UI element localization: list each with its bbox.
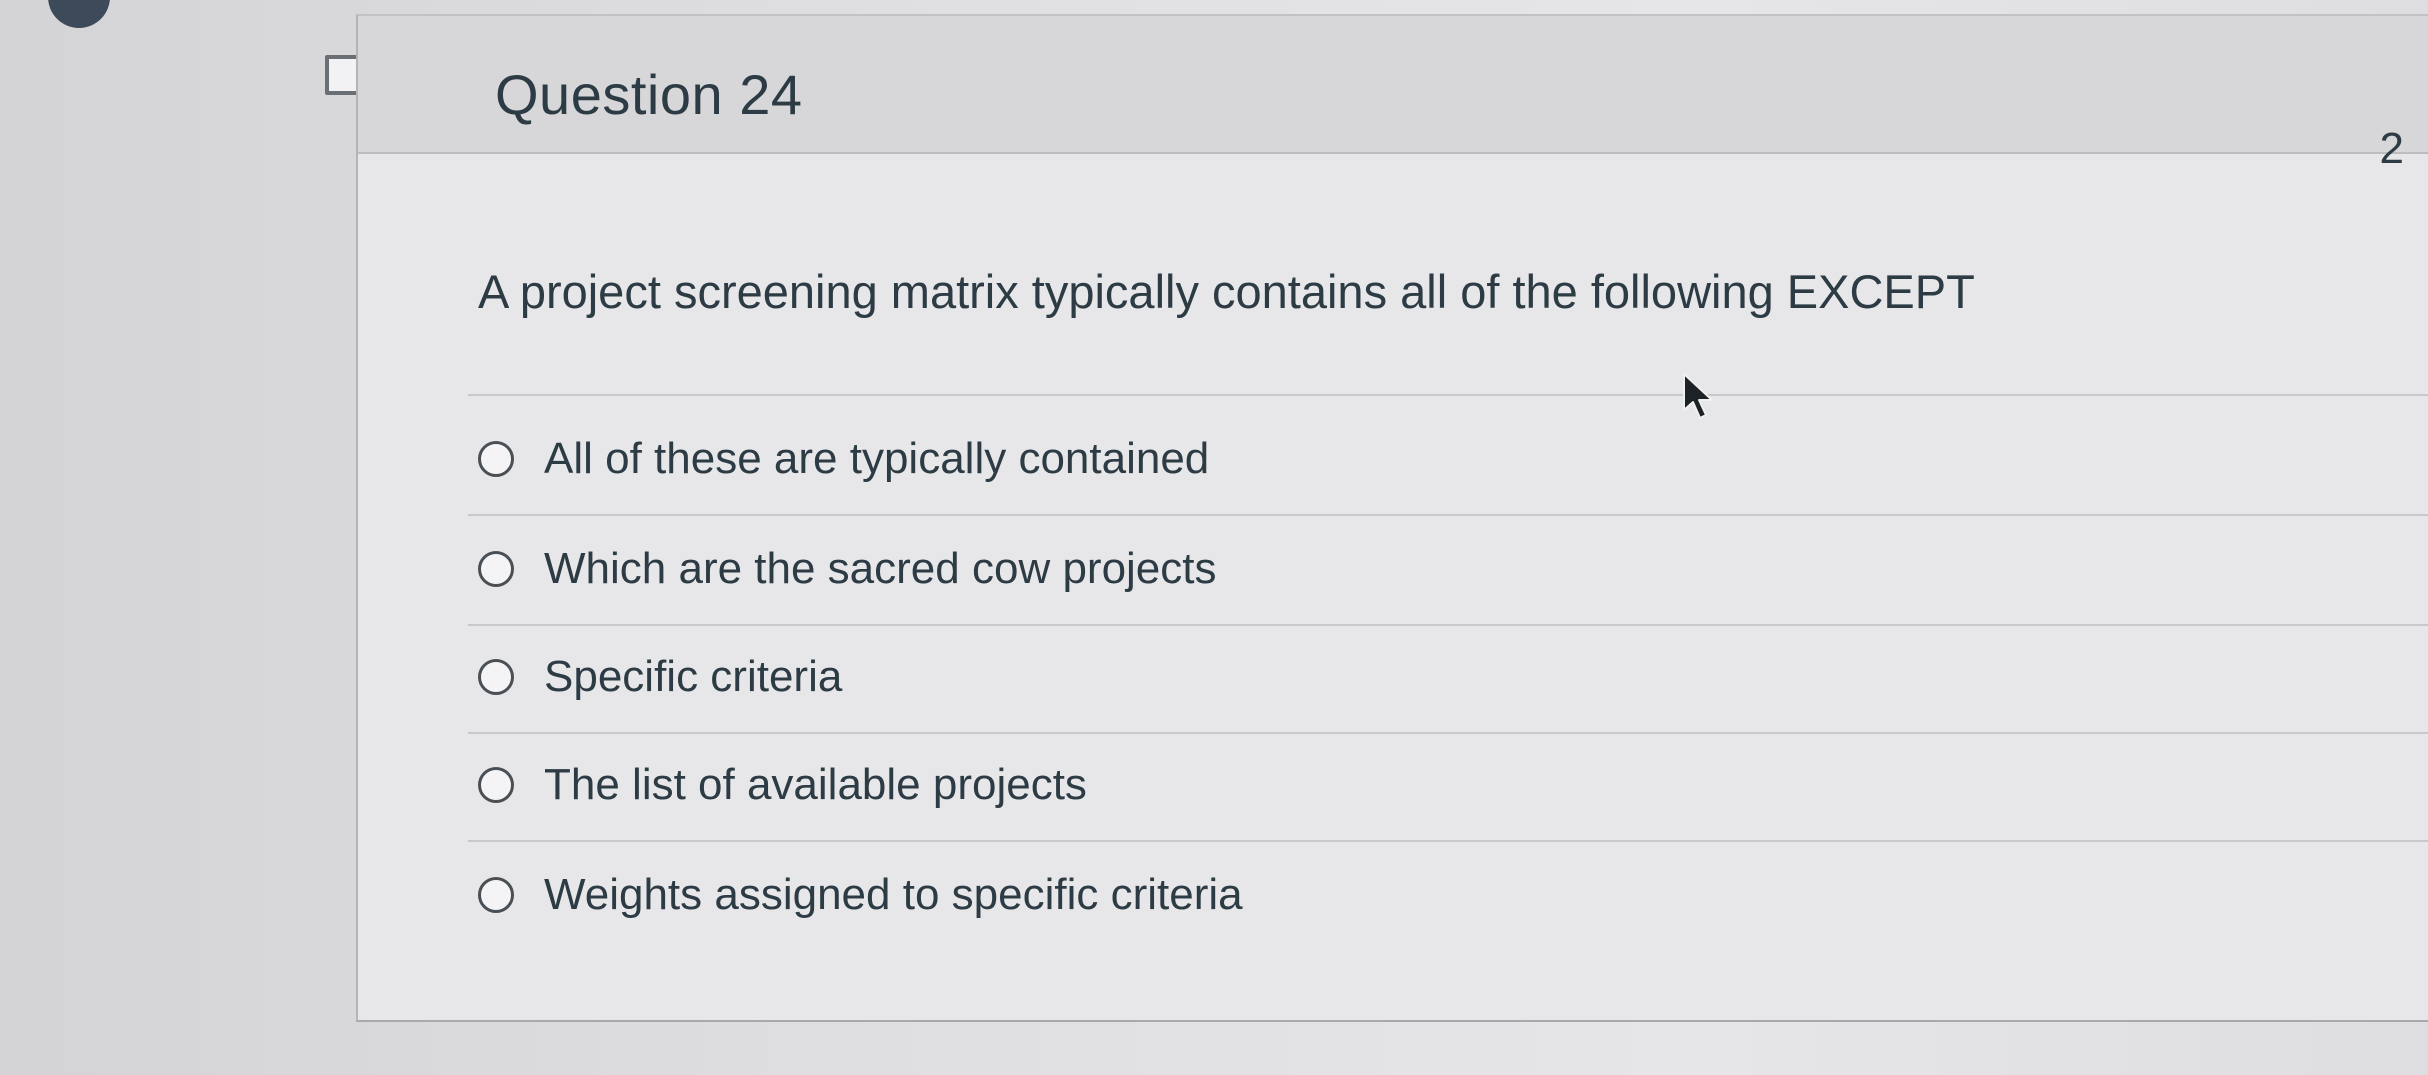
question-header: Question 24 2 [358,16,2428,173]
divider [468,732,2428,734]
question-card: Question 24 2 A project screening matrix… [356,14,2428,1022]
mouse-pointer-icon [1683,373,1713,419]
answer-option[interactable]: Specific criteria [478,642,842,712]
radio-unchecked-icon[interactable] [478,767,514,803]
radio-unchecked-icon[interactable] [478,551,514,587]
answer-option[interactable]: Which are the sacred cow projects [478,534,1217,604]
divider [468,840,2428,842]
radio-unchecked-icon[interactable] [478,441,514,477]
question-text: A project screening matrix typically con… [478,265,1975,318]
answer-label: Which are the sacred cow projects [544,544,1217,593]
divider [468,514,2428,516]
notification-badge[interactable] [48,0,110,28]
answer-label: Specific criteria [544,652,843,701]
answer-option[interactable]: The list of available projects [478,750,1087,820]
radio-unchecked-icon[interactable] [478,659,514,695]
answer-option[interactable]: All of these are typically contained [478,424,1209,494]
answer-label: The list of available projects [544,760,1087,809]
divider [468,624,2428,626]
radio-unchecked-icon[interactable] [478,877,514,913]
question-points: 2 [2379,124,2404,173]
divider [468,394,2428,396]
answer-label: All of these are typically contained [544,434,1210,483]
answer-label: Weights assigned to specific criteria [544,870,1243,919]
answer-option[interactable]: Weights assigned to specific criteria [478,860,1243,930]
quiz-page: Question 24 2 A project screening matrix… [0,0,2428,1075]
question-title: Question 24 [495,63,803,126]
